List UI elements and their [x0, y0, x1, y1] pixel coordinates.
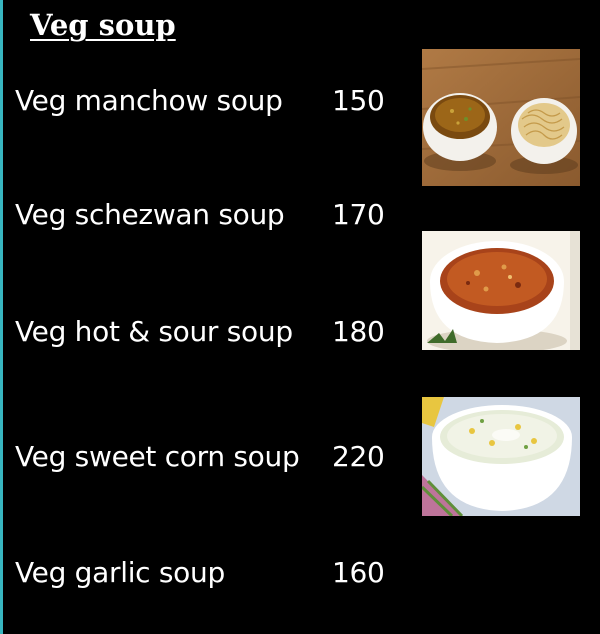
- menu-item-price: 150: [332, 84, 385, 117]
- menu-item-name: Veg sweet corn soup: [15, 440, 300, 473]
- menu-item-price: 160: [332, 556, 385, 589]
- menu-item-name: Veg garlic soup: [15, 556, 225, 589]
- menu-item-price: 170: [332, 198, 385, 231]
- left-edge-accent: [0, 0, 3, 634]
- menu-item-price: 220: [332, 440, 385, 473]
- menu-item-name: Veg schezwan soup: [15, 198, 285, 231]
- menu-item-name: Veg hot & sour soup: [15, 315, 293, 348]
- menu-title: Veg soup: [30, 8, 176, 42]
- menu-item-price: 180: [332, 315, 385, 348]
- sweet-corn-soup-photo: [422, 397, 580, 516]
- manchow-soup-photo: [422, 49, 580, 186]
- schezwan-soup-photo: [422, 231, 580, 350]
- menu-item-name: Veg manchow soup: [15, 84, 283, 117]
